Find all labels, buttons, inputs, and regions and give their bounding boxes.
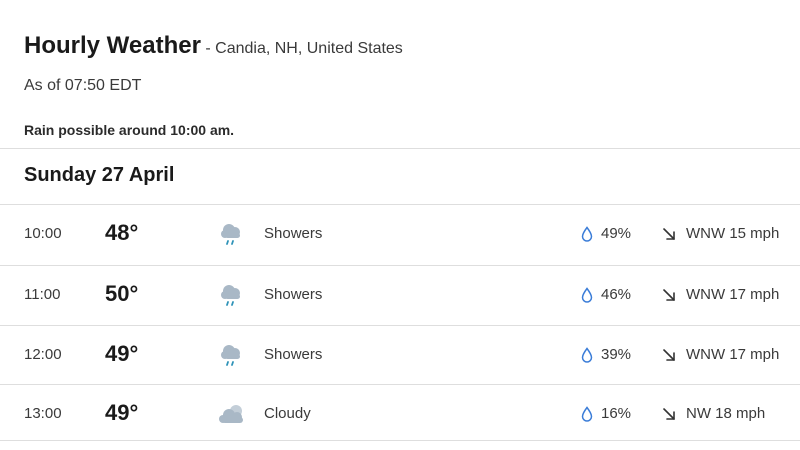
raindrop-icon [581,226,593,242]
raindrop-icon [581,406,593,422]
hour-time: 13:00 [24,405,62,422]
cloudy-icon [219,405,243,423]
hour-condition: Showers [264,346,323,363]
showers-icon [221,285,240,306]
hour-temperature: 48° [105,220,139,245]
hour-row[interactable]: 11:00 50° Showers 46% WNW 17 mph [0,265,800,324]
rain-summary: Rain possible around 10:00 am. [24,122,235,138]
title-line: Hourly Weather - Candia, NH, United Stat… [24,32,403,60]
hour-wind: WNW 17 mph [686,286,780,303]
hour-time: 11:00 [24,286,61,303]
raindrop-icon [581,287,593,303]
hour-precipitation: 49% [601,225,632,242]
location-label: - Candia, NH, United States [200,40,403,57]
hour-wind: WNW 17 mph [686,346,780,363]
hour-precipitation: 39% [601,346,632,363]
hour-time: 10:00 [24,225,62,242]
hour-wind: NW 18 mph [686,405,766,422]
hour-time: 12:00 [24,346,62,363]
page-title: Hourly Weather [24,32,201,59]
hour-temperature: 50° [105,281,139,306]
raindrop-icon [581,347,593,363]
hour-precipitation: 16% [601,405,632,422]
hour-condition: Showers [264,225,323,242]
hour-row[interactable]: 12:00 49° Showers 39% WNW 17 mph [0,325,800,384]
as-of-timestamp: As of 07:50 EDT [24,77,142,94]
hour-condition: Cloudy [264,405,311,422]
hour-row[interactable]: 13:00 49° Cloudy 16% NW 18 mph [0,384,800,443]
showers-icon [221,224,240,245]
wind-direction-arrow-icon [663,228,675,240]
bottom-divider [0,440,800,441]
wind-direction-arrow-icon [663,408,675,420]
day-heading: Sunday 27 April [24,164,175,186]
hour-temperature: 49° [105,341,139,366]
hour-row[interactable]: 10:00 48° Showers 49% WNW 15 mph [0,204,800,263]
hour-precipitation: 46% [601,286,632,303]
hour-temperature: 49° [105,400,139,425]
hour-condition: Showers [264,286,323,303]
showers-icon [221,345,240,366]
header-divider [0,148,800,149]
hour-wind: WNW 15 mph [686,225,780,242]
wind-direction-arrow-icon [663,349,675,361]
wind-direction-arrow-icon [663,289,675,301]
hourly-weather-page: Hourly Weather - Candia, NH, United Stat… [0,0,800,450]
